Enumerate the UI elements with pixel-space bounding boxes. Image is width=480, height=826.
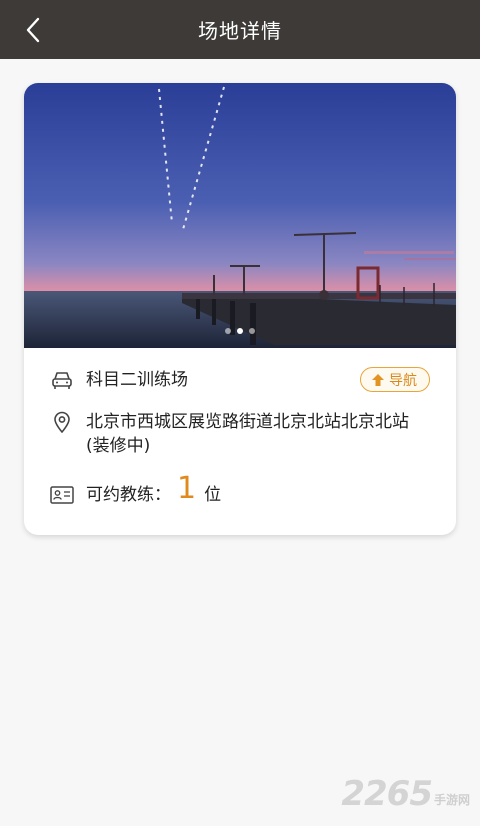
- location-pin-icon: [50, 410, 74, 434]
- navigate-button[interactable]: 导航: [360, 367, 430, 392]
- watermark-suffix: 手游网: [433, 793, 470, 807]
- venue-card: 科目二训练场 导航 北京市西城区展览路街道北京北站北京北站(装修中) 可约教练：…: [24, 83, 456, 535]
- chevron-left-icon: [26, 17, 40, 43]
- carousel-dots: [24, 328, 456, 334]
- back-button[interactable]: [18, 14, 48, 46]
- header-bar: 场地详情: [0, 0, 480, 59]
- coach-label: 可约教练：: [86, 485, 171, 505]
- coach-unit: 位: [204, 485, 222, 505]
- carousel-dot-active[interactable]: [237, 328, 243, 334]
- coach-count: 1: [177, 471, 197, 506]
- venue-address-row: 北京市西城区展览路街道北京北站北京北站(装修中): [50, 410, 430, 458]
- car-icon: [50, 368, 74, 392]
- id-card-icon: [50, 483, 74, 507]
- venue-name: 科目二训练场: [86, 370, 188, 390]
- coach-count-row: 可约教练： 1 位: [50, 474, 436, 510]
- carousel-dot[interactable]: [249, 328, 255, 334]
- pier-sunset-image: [24, 83, 456, 348]
- arrow-up-icon: [372, 373, 384, 386]
- carousel-dot[interactable]: [225, 328, 231, 334]
- watermark-logo: 2265 手游网: [341, 774, 470, 814]
- navigate-label: 导航: [389, 372, 417, 389]
- venue-photo-banner[interactable]: [24, 83, 456, 348]
- page-title: 场地详情: [198, 19, 282, 43]
- venue-address: 北京市西城区展览路街道北京北站北京北站(装修中): [86, 412, 409, 456]
- watermark-number: 2265: [341, 774, 433, 814]
